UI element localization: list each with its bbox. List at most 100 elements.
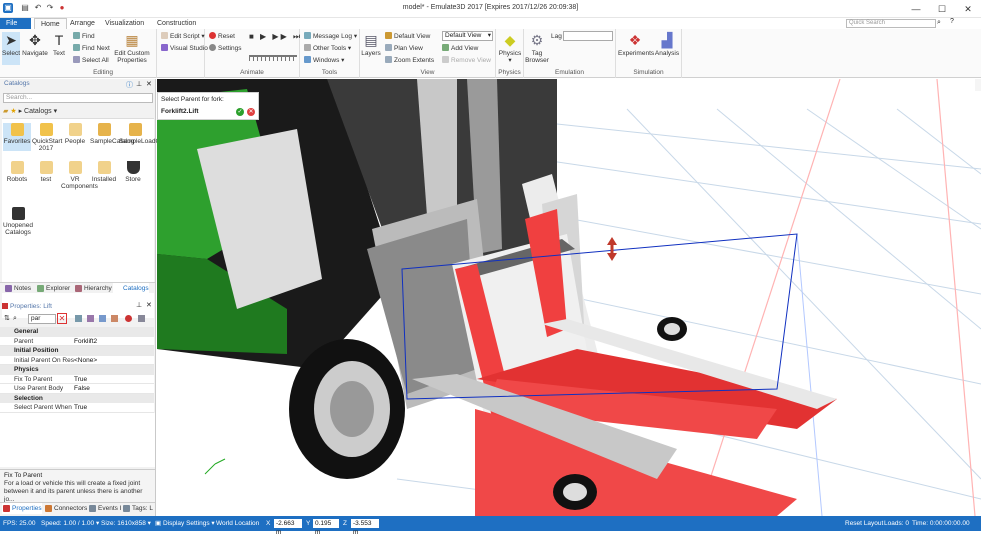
- catalog-item-people[interactable]: People: [61, 123, 89, 145]
- tab-tags[interactable]: Tags: L: [122, 503, 153, 514]
- physics-button[interactable]: ◆ Physics ▾: [497, 32, 523, 64]
- add-view-button[interactable]: Add View: [442, 44, 478, 53]
- cancel-icon[interactable]: ✕: [247, 108, 255, 116]
- speed-readout[interactable]: Speed: 1.00 / 1.00 ▾: [41, 516, 99, 531]
- analysis-button[interactable]: ▟ Analysis: [654, 32, 680, 57]
- tool-icon-2[interactable]: [87, 315, 94, 322]
- y-value[interactable]: 0.195 m: [313, 519, 339, 536]
- catalog-item-installed[interactable]: Installed: [90, 161, 118, 183]
- windows-button[interactable]: Windows ▾: [304, 56, 344, 65]
- default-view-button[interactable]: Default View: [385, 32, 430, 41]
- tab-catalogs[interactable]: Catalogs: [113, 283, 149, 294]
- catalog-item-vr-components[interactable]: VR Components: [61, 161, 98, 190]
- catalog-item-sampleloadcatalog[interactable]: SampleLoadCatalog: [119, 123, 178, 145]
- catalog-item-quickstart[interactable]: QuickStart 2017: [32, 123, 62, 152]
- sort-icon[interactable]: ⇅: [4, 314, 10, 322]
- tab-arrange[interactable]: Arrange: [64, 18, 101, 29]
- tab-notes[interactable]: Notes: [4, 283, 31, 294]
- time-readout: Time: 0:00:00:00.00: [912, 520, 970, 527]
- x-value[interactable]: -2.663 m: [274, 519, 302, 536]
- find-button[interactable]: Find: [73, 32, 95, 41]
- layers-button[interactable]: ▤ Layers: [361, 32, 381, 57]
- minimize-icon[interactable]: —: [903, 0, 929, 18]
- catalog-item-robots[interactable]: Robots: [3, 161, 31, 183]
- catalog-item-favorites[interactable]: Favorites: [3, 123, 31, 151]
- panel-tabs: Notes Explorer Hierarchy Catalogs: [0, 282, 155, 294]
- tab-hierarchy[interactable]: Hierarchy: [74, 283, 112, 294]
- property-row[interactable]: Fix To Parent True: [0, 374, 154, 384]
- catalog-item-test[interactable]: test: [32, 161, 60, 183]
- select-all-button[interactable]: Select All: [73, 56, 109, 65]
- tool-icon-3[interactable]: [99, 315, 106, 322]
- property-row[interactable]: Initial Parent On Rese <None>: [0, 355, 154, 365]
- catalog-icon: [39, 161, 53, 174]
- tab-properties[interactable]: Properties: [2, 503, 42, 514]
- z-value[interactable]: -3.553 m: [351, 519, 379, 536]
- pin-icon[interactable]: ⊥: [136, 80, 142, 88]
- tool-icon-6[interactable]: [138, 315, 145, 322]
- property-row[interactable]: Use Parent Body False: [0, 384, 154, 394]
- group-emulation: ⚙ Tag Browser Lag Emulation: [524, 29, 616, 78]
- tab-home[interactable]: Home: [34, 18, 67, 29]
- tag-browser-button[interactable]: ⚙ Tag Browser: [525, 32, 549, 64]
- section-initial-position[interactable]: Initial Position: [0, 346, 154, 356]
- edit-custom-properties-button[interactable]: ▦ Edit Custom Properties: [112, 32, 152, 64]
- catalog-icon: [97, 161, 111, 174]
- navigate-button[interactable]: ✥ Navigate: [22, 32, 48, 57]
- edit-script-button[interactable]: Edit Script ▾: [161, 32, 205, 41]
- property-row[interactable]: Parent Forklift2: [0, 336, 154, 346]
- catalog-item-unopened[interactable]: Unopened Catalogs: [3, 207, 33, 236]
- filter-icon[interactable]: ⌕: [13, 315, 17, 323]
- close-panel-icon[interactable]: ✕: [146, 301, 152, 309]
- tab-events[interactable]: Events I: [88, 503, 121, 514]
- catalog-item-store[interactable]: Store: [119, 161, 147, 183]
- plan-view-button[interactable]: Plan View: [385, 44, 423, 53]
- tab-file[interactable]: File: [0, 18, 31, 29]
- view-select[interactable]: Default View ▾: [442, 31, 493, 41]
- group-label-physics: Physics: [498, 69, 521, 76]
- find-next-button[interactable]: Find Next: [73, 44, 110, 53]
- section-physics[interactable]: Physics: [0, 365, 154, 375]
- clear-filter-icon[interactable]: ✕: [57, 313, 67, 324]
- maximize-icon[interactable]: ☐: [929, 0, 955, 18]
- tab-visualization[interactable]: Visualization: [99, 18, 150, 29]
- reset-layout-button[interactable]: Reset Layout: [845, 516, 883, 531]
- add-view-icon: [442, 44, 449, 51]
- property-row[interactable]: Select Parent When P True: [0, 403, 154, 413]
- search-icon[interactable]: ⌕: [937, 19, 941, 27]
- reset-button[interactable]: Reset: [209, 32, 235, 41]
- quick-search-input[interactable]: Quick Search: [846, 19, 936, 28]
- section-selection[interactable]: Selection: [0, 393, 154, 403]
- zoom-extents-button[interactable]: Zoom Extents: [385, 56, 434, 65]
- tab-construction[interactable]: Construction: [151, 18, 202, 29]
- experiments-button[interactable]: ❖ Experiments: [618, 32, 654, 57]
- tab-explorer[interactable]: Explorer: [36, 283, 70, 294]
- tool-icon-1[interactable]: [75, 315, 82, 322]
- catalog-item-samplecatalog[interactable]: SampleCatalog: [90, 123, 134, 145]
- confirm-icon[interactable]: ✓: [236, 108, 244, 116]
- tool-icon-5[interactable]: [125, 315, 132, 322]
- display-settings-button[interactable]: ▣ Display Settings ▾: [155, 516, 215, 531]
- help-icon[interactable]: ?: [950, 18, 954, 25]
- cursor-icon: ➤: [5, 32, 17, 48]
- pin-icon[interactable]: ⊥: [136, 301, 142, 309]
- section-general[interactable]: General: [0, 327, 154, 337]
- message-log-button[interactable]: Message Log ▾: [304, 32, 357, 41]
- help-icon[interactable]: ⓘ: [126, 80, 133, 90]
- catalog-breadcrumb[interactable]: ▰ ★ ▸ Catalogs ▾: [3, 107, 57, 115]
- size-readout[interactable]: Size: 1610x858 ▾: [101, 516, 151, 531]
- select-button[interactable]: ➤ Select: [2, 32, 20, 65]
- tab-connectors[interactable]: Connectors: [44, 503, 87, 514]
- text-button[interactable]: T Text: [50, 32, 68, 57]
- remove-view-button[interactable]: Remove View: [442, 56, 491, 65]
- close-panel-icon[interactable]: ✕: [146, 80, 152, 88]
- window-title: model* - Emulate3D 2017 [Expires 2017/12…: [402, 4, 579, 11]
- other-tools-button[interactable]: Other Tools ▾: [304, 44, 351, 53]
- catalog-search-input[interactable]: Search...: [3, 93, 153, 103]
- property-filter-input[interactable]: par: [28, 314, 56, 324]
- close-icon[interactable]: ✕: [955, 0, 981, 18]
- lag-input[interactable]: [563, 31, 613, 41]
- 3d-viewport[interactable]: [157, 79, 981, 516]
- settings-button[interactable]: Settings: [209, 44, 242, 53]
- tool-icon-4[interactable]: [111, 315, 118, 322]
